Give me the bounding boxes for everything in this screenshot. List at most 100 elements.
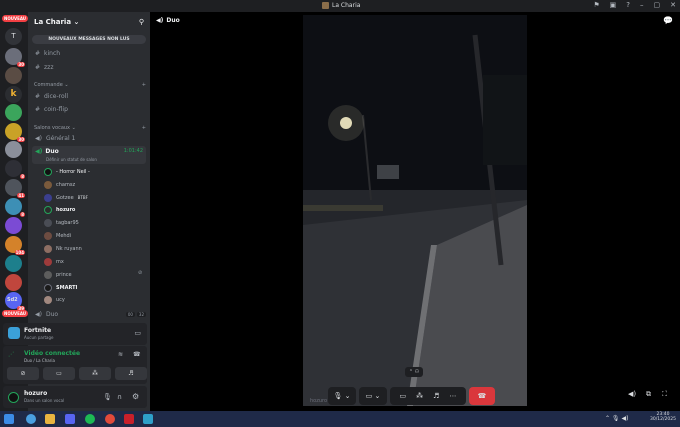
voice-channel-duo-bottom[interactable]: ◀) Duo 00 32 <box>32 309 146 319</box>
add-channel-icon[interactable]: + <box>142 125 146 131</box>
channel-dice-roll[interactable]: # dice-roll <box>32 91 146 101</box>
voice-user[interactable]: Nk ruyann <box>44 244 82 253</box>
help-icon[interactable]: ? <box>626 1 630 9</box>
server-t[interactable]: T <box>5 28 22 45</box>
app-icon[interactable] <box>143 414 153 424</box>
voice-user[interactable]: chamsz <box>44 180 75 189</box>
voice-user[interactable]: ucy <box>44 295 65 304</box>
volume-icon[interactable]: ◀) <box>628 390 636 398</box>
soundboard-icon[interactable]: ♬ <box>433 392 439 400</box>
signal-icon[interactable]: ⋰ <box>8 351 14 358</box>
camera-button[interactable]: ▭ ⌄ <box>359 387 387 405</box>
close-icon[interactable]: ✕ <box>670 1 676 9</box>
call-controls: 🎙 ⌄ ▭ ⌄ ▭ ⁂ ♬ ⋯ ☎ <box>328 386 498 406</box>
server-avatar[interactable]: 8 <box>5 160 25 179</box>
inbox-icon[interactable]: ▣ <box>610 1 617 9</box>
channel-kinch[interactable]: # kinch <box>32 48 146 58</box>
search-icon[interactable] <box>26 414 36 424</box>
guild-header[interactable]: La Charia ⌄ ⚲ <box>28 12 150 32</box>
more-icon[interactable]: ⋯ <box>449 392 456 400</box>
server-avatar[interactable] <box>5 67 22 84</box>
app-icon[interactable] <box>124 414 134 424</box>
voice-user-name: mx <box>56 258 64 265</box>
voice-user[interactable]: hozuro <box>44 205 75 214</box>
activities-icon[interactable]: ⁂ <box>416 392 423 400</box>
unread-banner[interactable]: NOUVEAUX MESSAGES NON LUS <box>32 35 146 44</box>
username: hozuro <box>24 390 48 397</box>
clock[interactable]: 23:40 30/12/2025 <box>650 412 676 422</box>
disconnect-button[interactable]: ☎ <box>469 387 495 405</box>
activity-panel[interactable]: Fortnite Aucun partage ▭ <box>3 323 147 345</box>
camera-toggle-button[interactable]: ⊘ <box>7 367 39 380</box>
voice-user[interactable]: - Horror Neil - <box>44 167 90 176</box>
channel-label: kinch <box>44 49 61 57</box>
server-sd2[interactable]: Sd2 <box>7 297 18 303</box>
voice-user[interactable]: mx <box>44 257 64 266</box>
disconnect-icon[interactable]: ☎ <box>133 351 140 358</box>
avatar <box>44 167 52 176</box>
server-badge: 8 <box>20 174 25 179</box>
server-avatar[interactable] <box>5 141 22 158</box>
category-commande[interactable]: Commande ⌄ + <box>34 82 146 88</box>
voice-timer: 1:01:42 <box>123 148 143 154</box>
server-avatar[interactable] <box>5 217 22 234</box>
titlebar-controls: ⚑ ▣ ? – ▢ ✕ <box>593 1 676 9</box>
clock-date: 30/12/2025 <box>650 417 676 422</box>
browser-icon[interactable] <box>105 414 115 424</box>
headphones-icon[interactable]: ∩ <box>117 393 122 401</box>
server-avatar[interactable]: 41 <box>5 179 25 198</box>
share-screen-icon[interactable]: ▭ <box>134 329 141 337</box>
add-channel-icon[interactable]: + <box>142 82 146 88</box>
popout-icon[interactable]: ⧉ <box>646 390 651 399</box>
fullscreen-icon[interactable]: ⛶ <box>662 390 667 399</box>
voice-user[interactable]: SMARTI <box>44 283 77 292</box>
os-taskbar: ⌃ 🎙 ◀) 23:40 30/12/2025 <box>0 411 680 427</box>
voice-user[interactable]: tagbar95 <box>44 218 79 227</box>
window-title-text: La Charia <box>332 2 361 9</box>
voice-user[interactable]: Gotzee BTBF <box>44 193 88 202</box>
server-avatar[interactable] <box>5 255 22 272</box>
screen-share-button[interactable]: ▭ <box>43 367 75 380</box>
server-k-logo[interactable]: k <box>5 86 22 103</box>
voice-user-name: prince <box>56 271 72 278</box>
server-avatar[interactable] <box>5 274 22 291</box>
discord-taskbar-icon[interactable] <box>65 414 75 424</box>
voice-channel-general[interactable]: ◀) Général 1 <box>32 133 146 143</box>
voice-channel-duo[interactable]: ◀) Duo 1:01:42 Définir un statut de salo… <box>32 146 146 164</box>
activities-button[interactable]: ⁂ <box>79 367 111 380</box>
maximize-icon[interactable]: ▢ <box>654 1 661 9</box>
voice-user[interactable]: Mehdi <box>44 231 71 240</box>
voice-user[interactable]: prince <box>44 270 72 279</box>
tray-icons[interactable]: ⌃ 🎙 ◀) <box>605 415 628 422</box>
gear-icon[interactable]: ⚙ <box>132 392 139 401</box>
file-explorer-icon[interactable] <box>45 414 55 424</box>
avatar[interactable] <box>8 392 19 403</box>
category-label: Commande <box>34 82 63 88</box>
server-avatar[interactable] <box>5 104 22 121</box>
chat-icon[interactable]: 💬 <box>663 16 673 25</box>
screen-share-icon[interactable]: ▭ <box>400 392 407 400</box>
flag-icon[interactable]: ⚑ <box>593 1 599 9</box>
channel-zzz[interactable]: # zzz <box>32 62 146 72</box>
channel-coin-flip[interactable]: # coin-flip <box>32 104 146 114</box>
server-avatar[interactable]: 8 <box>5 198 25 217</box>
mic-icon[interactable]: 🎙 <box>103 393 112 401</box>
category-voice[interactable]: Salons vocaux ⌄ + <box>34 125 146 131</box>
server-avatar[interactable]: 30 <box>5 48 25 67</box>
new-badge-bottom[interactable]: NOUVEAU <box>2 310 29 317</box>
video-feed[interactable] <box>303 15 527 406</box>
spotify-icon[interactable] <box>85 414 95 424</box>
voice-status-placeholder[interactable]: Définir un statut de salon <box>46 157 97 162</box>
window-titlebar: La Charia ⚑ ▣ ? – ▢ ✕ <box>0 0 680 12</box>
server-avatar[interactable]: 104 <box>5 236 25 255</box>
new-badge-top[interactable]: NOUVEAU <box>2 15 29 22</box>
server-avatar[interactable]: 30 <box>5 123 25 142</box>
soundboard-button[interactable]: ♬ <box>115 367 147 380</box>
noise-suppression-icon[interactable]: ≋ <box>118 351 123 358</box>
participants-toggle[interactable]: ⌃ ⚇ <box>405 367 423 377</box>
windows-start-icon[interactable] <box>4 414 14 424</box>
minimize-icon[interactable]: – <box>640 1 644 9</box>
mic-button[interactable]: 🎙 ⌄ <box>328 387 356 405</box>
voice-location[interactable]: Duo / La Charia <box>24 358 55 363</box>
invite-icon[interactable]: ⚲ <box>139 18 144 26</box>
